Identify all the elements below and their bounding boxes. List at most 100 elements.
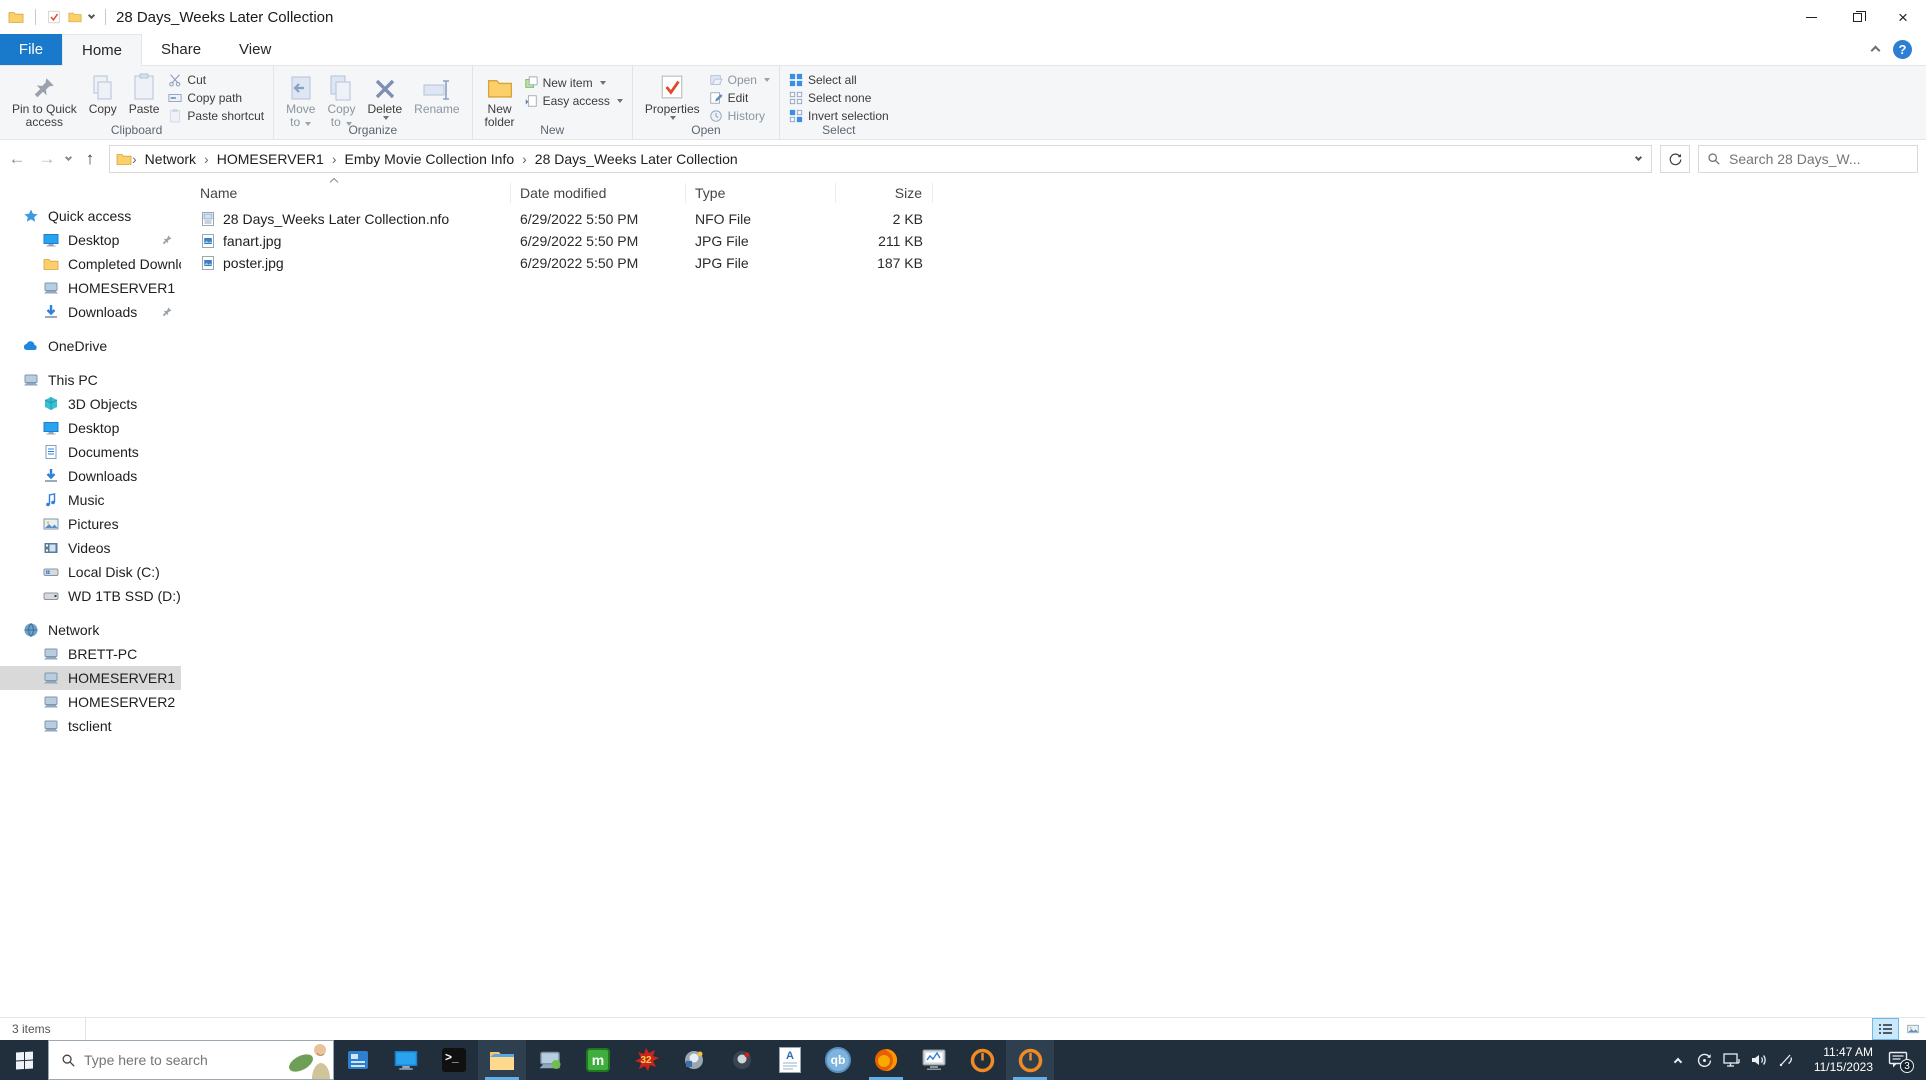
search-highlight-image[interactable] [287, 1041, 333, 1079]
column-header-size[interactable]: Size [836, 183, 933, 203]
app-orb-gray-icon[interactable] [670, 1040, 718, 1080]
irfanview-app-icon[interactable]: 32 [622, 1040, 670, 1080]
tab-share[interactable]: Share [142, 34, 220, 65]
close-button[interactable]: × [1880, 0, 1926, 34]
sidebar-item-desktop[interactable]: Desktop [0, 416, 181, 440]
computer-app-icon[interactable] [382, 1040, 430, 1080]
sidebar-item-network[interactable]: Network [0, 618, 181, 642]
sidebar-item-3d-objects[interactable]: 3D Objects [0, 392, 181, 416]
firefox-app-icon[interactable] [862, 1040, 910, 1080]
minimize-button[interactable] [1788, 0, 1834, 34]
easy-access-button[interactable]: Easy access [521, 92, 626, 110]
file-row[interactable]: fanart.jpg 6/29/2022 5:50 PM JPG File 21… [181, 230, 1926, 252]
copy-button[interactable]: Copy [83, 69, 123, 117]
mediamonkey-app-icon[interactable]: m [574, 1040, 622, 1080]
sidebar-item-this-pc[interactable]: This PC [0, 368, 181, 392]
column-header-date-modified[interactable]: Date modified [511, 183, 686, 203]
pen-tray-icon[interactable] [1772, 1040, 1799, 1080]
sync-tray-icon[interactable] [1691, 1040, 1718, 1080]
taskbar-search-box[interactable] [48, 1040, 334, 1080]
select-none-button[interactable]: Select none [786, 89, 892, 107]
large-icons-view-button[interactable] [1899, 1018, 1926, 1040]
refresh-button[interactable] [1660, 145, 1690, 173]
recent-locations-chevron-icon[interactable] [64, 150, 73, 168]
app-orb-dark-icon[interactable] [718, 1040, 766, 1080]
pin-to-quick-access-button[interactable]: Pin to Quick access [6, 69, 83, 130]
sidebar-item-completed-downloads[interactable]: Completed Downloa [0, 252, 181, 276]
search-input[interactable] [1729, 151, 1909, 167]
details-view-icon [1879, 1024, 1892, 1034]
sidebar-item-quick-access[interactable]: Quick access [0, 204, 181, 228]
breadcrumb-current-folder[interactable]: 28 Days_Weeks Later Collection [527, 151, 746, 167]
back-button[interactable]: ← [6, 149, 28, 169]
taskbar-clock[interactable]: 11:47 AM 11/15/2023 [1799, 1045, 1877, 1075]
sidebar-item-onedrive[interactable]: OneDrive [0, 334, 181, 358]
sidebar-item-local-disk-c[interactable]: Local Disk (C:) [0, 560, 181, 584]
sidebar-item-homeserver2[interactable]: HOMESERVER2 [0, 690, 181, 714]
tab-home[interactable]: Home [62, 34, 143, 66]
collapse-ribbon-icon[interactable] [1870, 41, 1881, 59]
qbittorrent-app-icon[interactable]: qb [814, 1040, 862, 1080]
column-header-name[interactable]: Name [181, 183, 511, 203]
sidebar-item-brett-pc[interactable]: BRETT-PC [0, 642, 181, 666]
sidebar-item-tsclient[interactable]: tsclient [0, 714, 181, 738]
sidebar-item-downloads-pinned[interactable]: Downloads [0, 300, 181, 324]
sidebar-item-wd-ssd-d[interactable]: WD 1TB SSD (D:) [0, 584, 181, 608]
sidebar-item-homeserver1-pinned[interactable]: HOMESERVER1 [0, 276, 181, 300]
sidebar-item-desktop-pinned[interactable]: Desktop [0, 228, 181, 252]
column-header-type[interactable]: Type [686, 183, 836, 203]
breadcrumb-network[interactable]: Network [137, 151, 204, 167]
volume-tray-icon[interactable] [1745, 1040, 1772, 1080]
address-dropdown-icon[interactable] [1625, 153, 1651, 163]
breadcrumb-homeserver1[interactable]: HOMESERVER1 [209, 151, 332, 167]
search-box[interactable] [1698, 145, 1918, 173]
network-tray-icon[interactable] [1718, 1040, 1745, 1080]
wordpad-app-icon[interactable]: A [766, 1040, 814, 1080]
properties-quick-icon[interactable] [47, 10, 61, 24]
timer-app-icon-1[interactable] [958, 1040, 1006, 1080]
large-icons-view-icon [1906, 1023, 1920, 1035]
up-button[interactable]: ↑ [79, 149, 101, 169]
new-folder-button[interactable]: New folder [479, 69, 521, 130]
cut-button[interactable]: Cut [165, 71, 267, 89]
sidebar-item-videos[interactable]: Videos [0, 536, 181, 560]
command-prompt-app-icon[interactable]: >_ [430, 1040, 478, 1080]
system-info-app-icon[interactable] [334, 1040, 382, 1080]
edit-button[interactable]: Edit [706, 89, 773, 107]
copy-to-button[interactable]: Copy to [321, 69, 361, 130]
folder-quick-icon[interactable] [68, 10, 82, 24]
action-center-button[interactable]: 3 [1877, 1040, 1919, 1080]
help-icon[interactable]: ? [1893, 40, 1912, 59]
select-all-button[interactable]: Select all [786, 71, 892, 89]
sidebar-item-homeserver1[interactable]: HOMESERVER1 [0, 666, 181, 690]
delete-button[interactable]: Delete [361, 69, 408, 121]
breadcrumb-emby-movie-collection-info[interactable]: Emby Movie Collection Info [336, 151, 522, 167]
rename-button[interactable]: Rename [408, 69, 465, 117]
properties-button[interactable]: Properties [639, 69, 706, 121]
sidebar-item-pictures[interactable]: Pictures [0, 512, 181, 536]
restore-button[interactable] [1834, 0, 1880, 34]
customize-qat-chevron-icon[interactable] [87, 8, 96, 26]
file-explorer-app-icon[interactable] [478, 1040, 526, 1080]
paste-button[interactable]: Paste [123, 69, 166, 117]
forward-button[interactable]: → [36, 149, 58, 169]
sidebar-item-music[interactable]: Music [0, 488, 181, 512]
address-box[interactable]: › Network › HOMESERVER1 › Emby Movie Col… [109, 145, 1652, 173]
tab-view[interactable]: View [220, 34, 290, 65]
taskbar-search-input[interactable] [84, 1052, 279, 1068]
file-row[interactable]: 28 Days_Weeks Later Collection.nfo 6/29/… [181, 208, 1926, 230]
move-to-button[interactable]: Move to [280, 69, 321, 130]
remote-desktop-app-icon[interactable] [526, 1040, 574, 1080]
tab-file[interactable]: File [0, 34, 62, 65]
open-button[interactable]: Open [706, 71, 773, 89]
start-button[interactable] [0, 1040, 48, 1080]
sidebar-item-documents[interactable]: Documents [0, 440, 181, 464]
task-manager-app-icon[interactable] [910, 1040, 958, 1080]
sidebar-item-downloads[interactable]: Downloads [0, 464, 181, 488]
new-item-button[interactable]: New item [521, 74, 626, 92]
copy-path-button[interactable]: Copy path [165, 89, 267, 107]
file-row[interactable]: poster.jpg 6/29/2022 5:50 PM JPG File 18… [181, 252, 1926, 274]
details-view-button[interactable] [1872, 1018, 1899, 1040]
hidden-icons-chevron-icon[interactable] [1664, 1040, 1691, 1080]
timer-app-icon-2[interactable] [1006, 1040, 1054, 1080]
